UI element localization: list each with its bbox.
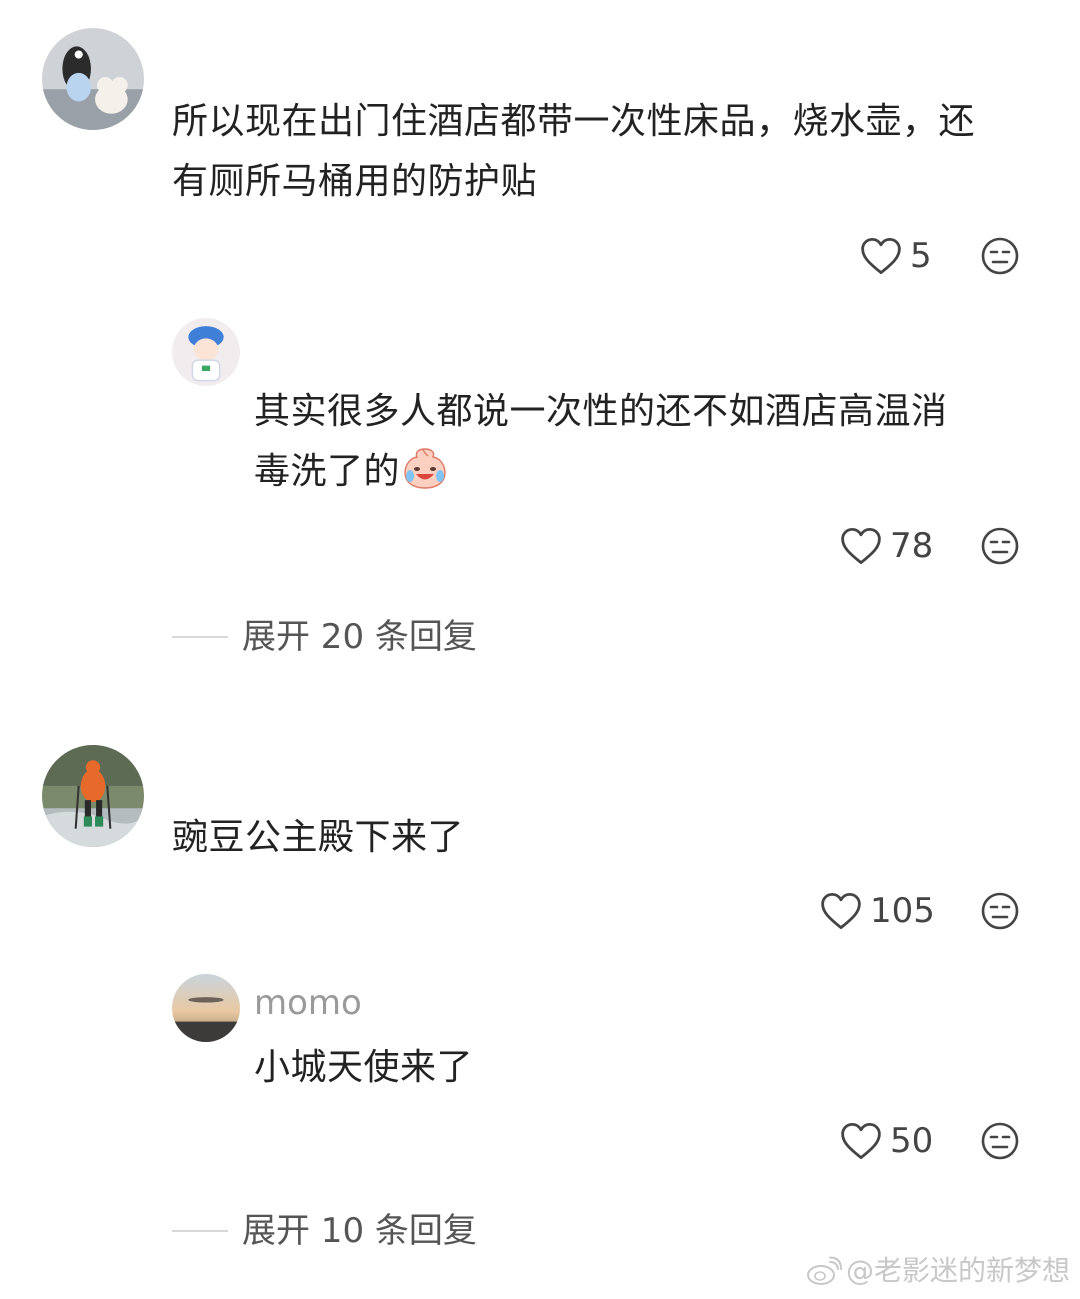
avatar-image <box>42 745 144 847</box>
reaction-button[interactable] <box>980 526 1020 566</box>
like-button[interactable]: 5 <box>860 234 932 278</box>
comment-text: 所以现在出门住酒店都带一次性床品，烧水壶，还 有厕所马桶用的防护贴 <box>172 92 975 212</box>
avatar[interactable] <box>42 28 144 130</box>
expand-divider <box>172 636 228 638</box>
like-count: 105 <box>870 891 935 931</box>
comment-text-line: 所以现在出门住酒店都带一次性床品，烧水壶，还 <box>172 101 976 142</box>
heart-outline-icon <box>841 527 881 565</box>
reply-text-line: 小城天使来了 <box>254 1047 474 1088</box>
reply-username[interactable]: momo <box>254 983 362 1023</box>
heart-outline-icon <box>821 892 861 930</box>
reply-avatar-image <box>172 318 240 386</box>
expand-replies-label: 展开 10 条回复 <box>242 1211 477 1251</box>
like-button[interactable]: 105 <box>820 889 935 933</box>
watermark-text: @老影迷的新梦想 <box>845 1254 1070 1287</box>
like-button[interactable]: 50 <box>840 1119 933 1163</box>
comment-text-line: 有厕所马桶用的防护贴 <box>172 161 538 202</box>
like-button[interactable]: 78 <box>840 524 933 568</box>
avatar-image <box>42 28 144 130</box>
comment-text-line: 豌豆公主殿下来了 <box>172 817 465 858</box>
avatar[interactable] <box>42 745 144 847</box>
reaction-button[interactable] <box>980 1121 1020 1161</box>
reply-text-line: 毒洗了的 <box>254 442 948 502</box>
meh-face-icon <box>981 1122 1019 1160</box>
like-count: 5 <box>910 236 932 276</box>
expand-replies-button[interactable]: 展开 20 条回复 <box>172 615 477 659</box>
meh-face-icon <box>981 892 1019 930</box>
reply-avatar-image <box>172 974 240 1042</box>
reaction-button[interactable] <box>980 236 1020 276</box>
expand-replies-label: 展开 20 条回复 <box>242 617 477 657</box>
meh-face-icon <box>981 527 1019 565</box>
weibo-logo-icon <box>806 1256 842 1285</box>
like-count: 78 <box>890 526 934 566</box>
heart-outline-icon <box>841 1122 881 1160</box>
expand-divider <box>172 1230 228 1232</box>
meh-face-icon <box>981 237 1019 275</box>
reply-text-fragment: 毒洗了的 <box>254 451 401 492</box>
reply-text: 小城天使来了 <box>254 1038 473 1098</box>
reply-avatar[interactable] <box>172 974 240 1042</box>
watermark: @老影迷的新梦想 <box>806 1251 1070 1291</box>
reply-avatar[interactable] <box>172 318 240 386</box>
reply-text: 其实很多人都说一次性的还不如酒店高温消 毒洗了的 <box>254 382 948 502</box>
reply-text-line: 其实很多人都说一次性的还不如酒店高温消 <box>254 391 948 432</box>
heart-outline-icon <box>861 237 901 275</box>
crying-laughing-peach-emoji <box>404 448 446 489</box>
expand-replies-button[interactable]: 展开 10 条回复 <box>172 1209 477 1253</box>
comment-text: 豌豆公主殿下来了 <box>172 808 464 868</box>
like-count: 50 <box>890 1121 934 1161</box>
reaction-button[interactable] <box>980 891 1020 931</box>
